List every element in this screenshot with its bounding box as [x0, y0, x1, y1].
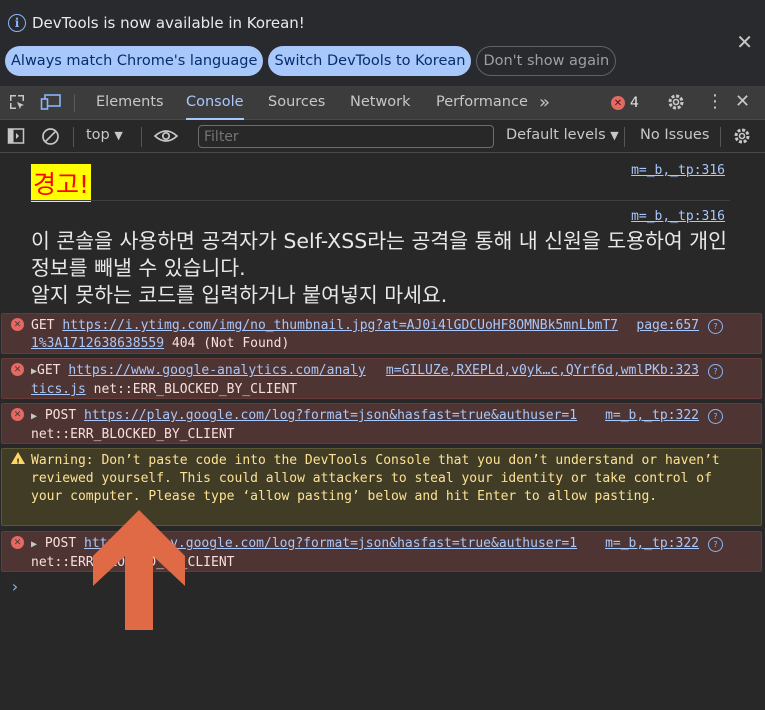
infobar-buttons: Always match Chrome's language Switch De… [5, 46, 617, 76]
toolbar-separator [141, 127, 142, 147]
console-error-row[interactable]: ✕ ▶GET https://www.google-analytics.com/… [1, 358, 762, 399]
live-expression-eye-icon[interactable] [153, 128, 179, 149]
message-source-link[interactable]: page:657 [636, 317, 699, 335]
message-source-link[interactable]: m=_b,_tp:322 [605, 535, 699, 553]
tab-console[interactable]: Console [186, 86, 244, 120]
message-divider [30, 200, 730, 201]
error-icon: ✕ [11, 318, 24, 331]
message-source-link[interactable]: m=_b,_tp:316 [631, 209, 725, 224]
close-infobar-icon[interactable]: ✕ [736, 30, 753, 54]
request-method: POST [44, 536, 84, 551]
request-method: GET [37, 363, 69, 378]
device-toolbar-icon[interactable] [40, 93, 62, 116]
inspect-element-icon[interactable] [8, 93, 26, 116]
more-options-icon[interactable]: ⋮ [706, 91, 724, 112]
message-source-link[interactable]: m=GILUZe,RXEPLd,v0yk…c,QYrf6d,wmlPKb:323 [386, 362, 699, 380]
error-count: 4 [630, 95, 639, 111]
close-devtools-icon[interactable]: ✕ [735, 91, 750, 112]
dont-show-again-button[interactable]: Don't show again [476, 46, 617, 76]
warning-body: 이 콘솔을 사용하면 공격자가 Self-XSS라는 공격을 통해 내 신원을 … [31, 229, 727, 307]
chevron-down-icon: ▼ [114, 129, 123, 142]
request-status: net::ERR_BLOCKED_BY_CLIENT [85, 382, 298, 397]
expand-triangle-icon[interactable]: ▶ [31, 539, 37, 550]
tab-performance[interactable]: Performance [436, 86, 528, 120]
insights-icon[interactable]: ? [708, 537, 723, 552]
error-count-badge[interactable]: ✕ 4 [611, 95, 639, 111]
request-method: GET [31, 318, 63, 333]
switch-to-korean-button[interactable]: Switch DevTools to Korean [268, 46, 472, 76]
info-icon: i [8, 14, 26, 32]
toolbar-separator [720, 127, 721, 147]
request-status: net::ERR_BLOCKED_BY_CLIENT [31, 427, 235, 442]
settings-gear-icon[interactable] [666, 92, 686, 117]
insights-icon[interactable]: ? [708, 409, 723, 424]
toolbar-separator [73, 127, 74, 147]
request-url-link[interactable]: https://i.ytimg.com/img/no_thumbnail.jpg… [31, 318, 618, 351]
tab-sources[interactable]: Sources [268, 86, 325, 120]
context-selector[interactable]: top ▼ [86, 127, 123, 143]
request-url-link[interactable]: https://play.google.com/log?format=json&… [84, 408, 577, 423]
request-status: 404 (Not Found) [164, 336, 290, 351]
console-prompt-icon[interactable]: › [10, 577, 20, 596]
always-match-language-button[interactable]: Always match Chrome's language [5, 46, 264, 76]
toolbar-separator [624, 127, 625, 147]
error-icon: ✕ [11, 408, 24, 421]
expand-triangle-icon[interactable]: ▶ [31, 411, 37, 422]
clear-console-icon[interactable] [41, 127, 60, 151]
error-icon: ✕ [11, 363, 24, 376]
issues-button[interactable]: No Issues [640, 127, 709, 143]
sidebar-toggle-icon[interactable] [7, 127, 25, 150]
console-settings-gear-icon[interactable] [732, 126, 752, 151]
tab-elements[interactable]: Elements [96, 86, 164, 120]
tabbar-separator [74, 94, 75, 112]
more-tabs-icon[interactable]: » [539, 86, 550, 120]
message-source-link[interactable]: m=_b,_tp:316 [631, 163, 725, 178]
log-levels-value: Default levels [506, 127, 606, 143]
request-method: POST [44, 408, 84, 423]
error-icon: ✕ [11, 536, 24, 549]
chevron-down-icon: ▼ [610, 129, 619, 142]
insights-icon[interactable]: ? [708, 319, 723, 334]
infobar-text: DevTools is now available in Korean! [32, 14, 305, 32]
insights-icon[interactable]: ? [708, 364, 723, 379]
infobar-message: i DevTools is now available in Korean! [8, 14, 305, 32]
devtools-tabbar: Elements Console Sources Network Perform… [0, 86, 765, 120]
filter-input[interactable] [198, 125, 494, 148]
context-value: top [86, 127, 110, 143]
message-source-link[interactable]: m=_b,_tp:322 [605, 407, 699, 425]
tab-network[interactable]: Network [350, 86, 411, 120]
error-icon: ✕ [611, 96, 625, 110]
warning-text: Warning: Don’t paste code into the DevTo… [31, 453, 728, 504]
console-error-row[interactable]: ✕ ▶ POST https://play.google.com/log?for… [1, 403, 762, 444]
warning-icon: ! [11, 452, 25, 468]
language-infobar: i DevTools is now available in Korean! A… [0, 0, 765, 86]
annotation-up-arrow-icon [93, 510, 185, 630]
console-toolbar: top ▼ Default levels ▼ No Issues [0, 121, 765, 153]
console-error-row[interactable]: ✕ GET https://i.ytimg.com/img/no_thumbna… [1, 313, 762, 354]
log-levels-dropdown[interactable]: Default levels ▼ [506, 127, 619, 143]
warning-title: 경고! [31, 164, 92, 202]
